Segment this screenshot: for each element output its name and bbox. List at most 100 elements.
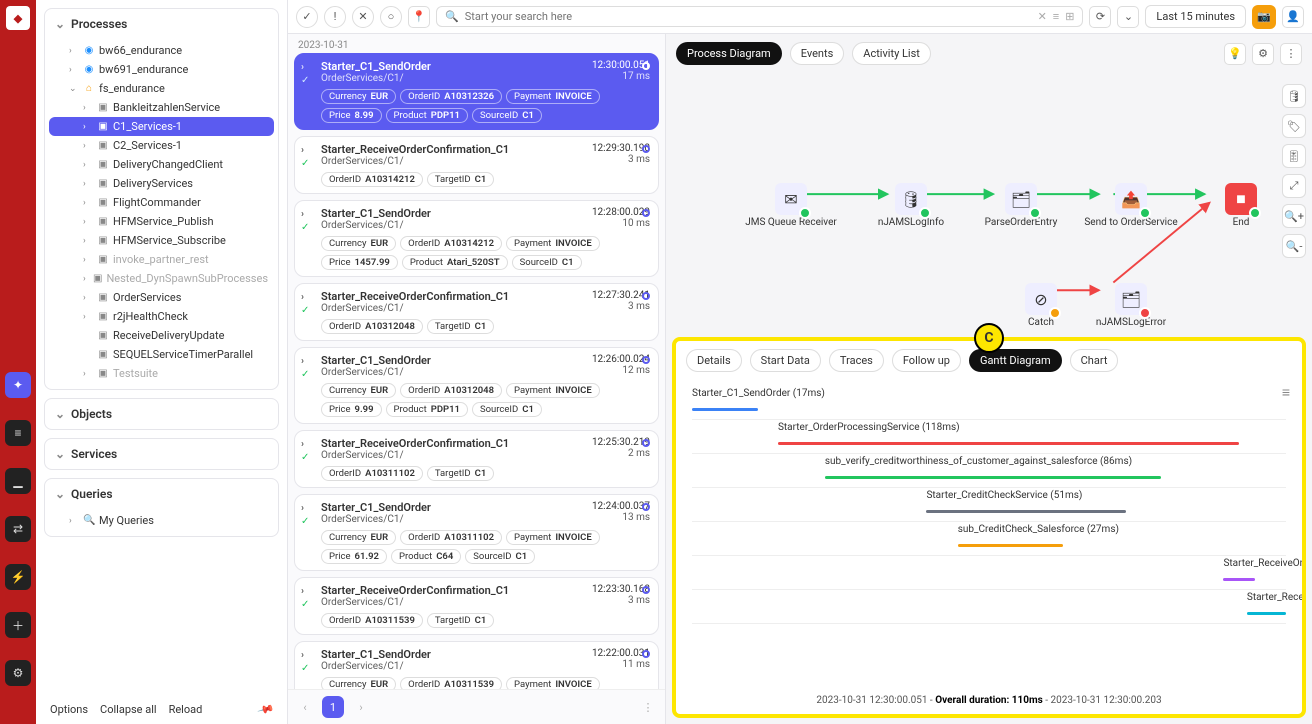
chip: SourceIDC1: [472, 108, 542, 123]
gear-icon[interactable]: ⚙: [1252, 43, 1274, 65]
tree-row[interactable]: ›▣OrderServices: [49, 288, 274, 307]
rail-add-button[interactable]: ✦: [5, 372, 31, 398]
tree-row[interactable]: ›▣DeliveryServices: [49, 174, 274, 193]
rail-plus-icon[interactable]: ＋: [5, 612, 31, 638]
event-card[interactable]: ›✓ Starter_ReceiveOrderConfirmation_C1Or…: [294, 283, 659, 341]
chip: OrderIDA10312326: [400, 89, 502, 104]
bottom-tab[interactable]: Start Data: [750, 349, 821, 372]
my-queries-row[interactable]: ›🔍 My Queries: [49, 511, 274, 530]
tree-row[interactable]: ▣ReceiveDeliveryUpdate: [49, 326, 274, 345]
grid-view-icon[interactable]: ⊞: [1065, 10, 1074, 23]
event-list-pane: 2023-10-31 ›✓ Starter_C1_SendOrderOrderS…: [288, 34, 666, 724]
diagram-node[interactable]: ■End: [1186, 183, 1296, 228]
event-card[interactable]: ›✓ Starter_ReceiveOrderConfirmation_C1Or…: [294, 577, 659, 635]
bottom-tab[interactable]: Details: [686, 349, 742, 372]
rail-list-icon[interactable]: ≡: [5, 420, 31, 446]
tree-row[interactable]: ▣SEQUELServiceTimerParallel: [49, 345, 274, 364]
rail-bolt-icon[interactable]: ⚡: [5, 564, 31, 590]
queries-header[interactable]: ⌄Queries: [45, 479, 278, 509]
pin-icon[interactable]: 📌: [257, 700, 275, 718]
chip: Price9.99: [321, 402, 382, 417]
diagram-node[interactable]: 🗂nJAMSLogError: [1076, 283, 1186, 328]
event-card[interactable]: ›✓ Starter_ReceiveOrderConfirmation_C1Or…: [294, 136, 659, 194]
app-logo[interactable]: ◆: [6, 6, 30, 30]
tree-row[interactable]: ›▣C2_Services-1: [49, 136, 274, 155]
bottom-tab[interactable]: Gantt Diagram: [969, 349, 1062, 372]
status-indicator: [642, 439, 650, 447]
tree-row[interactable]: ›▣HFMService_Publish: [49, 212, 274, 231]
diagram-node[interactable]: ✉JMS Queue Receiver: [736, 183, 846, 228]
reload-link[interactable]: Reload: [169, 703, 203, 716]
process-diagram[interactable]: ✉JMS Queue Receiver🛢nJAMSLogInfo🗂ParseOr…: [676, 73, 1272, 333]
warn-button[interactable]: !: [324, 6, 346, 28]
dropdown-button[interactable]: ⌄: [1117, 6, 1139, 28]
rail-swap-icon[interactable]: ⇄: [5, 516, 31, 542]
tree-row[interactable]: ›▣C1_Services-1: [49, 117, 274, 136]
tree-row[interactable]: ⌄⌂fs_endurance: [49, 79, 274, 98]
tree-row[interactable]: ›▣HFMService_Subscribe: [49, 231, 274, 250]
services-panel[interactable]: ⌄Services: [44, 438, 279, 470]
tab-activity-list[interactable]: Activity List: [852, 42, 931, 65]
tree-row[interactable]: ›▣DeliveryChangedClient: [49, 155, 274, 174]
tree-row[interactable]: ›▣BankleitzahlenService: [49, 98, 274, 117]
tab-process-diagram[interactable]: Process Diagram: [676, 42, 782, 65]
event-card[interactable]: ›✓ Starter_C1_SendOrderOrderServices/C1/…: [294, 494, 659, 571]
pager-prev[interactable]: ‹: [294, 696, 316, 718]
list-view-icon[interactable]: ≡: [1053, 10, 1059, 23]
bottom-tab[interactable]: Chart: [1070, 349, 1119, 372]
sidebar-footer: Options Collapse all Reload 📌: [44, 695, 279, 720]
pager-current[interactable]: 1: [322, 696, 344, 718]
more-icon[interactable]: ⋮: [1280, 43, 1302, 65]
camera-button[interactable]: 📷: [1252, 5, 1276, 29]
status-indicator: [642, 292, 650, 300]
options-link[interactable]: Options: [50, 703, 88, 716]
collapse-all-link[interactable]: Collapse all: [100, 703, 157, 716]
tree-row[interactable]: ›◉bw66_endurance: [49, 41, 274, 60]
chip: PaymentINVOICE: [506, 89, 600, 104]
tree-row[interactable]: ›▣Testsuite: [49, 364, 274, 383]
time-range-picker[interactable]: Last 15 minutes: [1145, 5, 1246, 28]
circle-button[interactable]: ○: [380, 6, 402, 28]
bottom-tab[interactable]: Traces: [829, 349, 884, 372]
diagram-node[interactable]: 🗂ParseOrderEntry: [966, 183, 1076, 228]
event-card[interactable]: ›✓ Starter_C1_SendOrderOrderServices/C1/…: [294, 641, 659, 689]
processes-header[interactable]: ⌄ Processes: [45, 9, 278, 39]
event-card[interactable]: ›✓ Starter_C1_SendOrderOrderServices/C1/…: [294, 347, 659, 424]
diagram-node[interactable]: 📤Send to OrderService: [1076, 183, 1186, 228]
tree-row[interactable]: ›▣invoke_partner_rest: [49, 250, 274, 269]
db-icon[interactable]: 🛢: [1282, 84, 1306, 108]
status-indicator: [642, 650, 650, 658]
zoom-out-icon[interactable]: 🔍-: [1282, 234, 1306, 258]
tree-row[interactable]: ›◉bw691_endurance: [49, 60, 274, 79]
tree-row[interactable]: ›▣FlightCommander: [49, 193, 274, 212]
chip: ProductPDP11: [386, 108, 468, 123]
gantt-chart[interactable]: ≡ Starter_C1_SendOrder (17ms) Starter_Or…: [676, 380, 1302, 687]
hint-icon[interactable]: 💡: [1224, 43, 1246, 65]
tree-row[interactable]: ›▣Nested_DynSpawnSubProcesses: [49, 269, 274, 288]
event-list[interactable]: ›✓ Starter_C1_SendOrderOrderServices/C1/…: [288, 53, 665, 689]
event-card[interactable]: ›✓ Starter_C1_SendOrderOrderServices/C1/…: [294, 200, 659, 277]
tune-icon[interactable]: 🎚: [1282, 144, 1306, 168]
rail-chart-icon[interactable]: ▁: [5, 468, 31, 494]
pager-next[interactable]: ›: [350, 696, 372, 718]
tree-row[interactable]: ›▣r2jHealthCheck: [49, 307, 274, 326]
search-input[interactable]: [465, 10, 1032, 23]
diagram-node[interactable]: 🛢nJAMSLogInfo: [856, 183, 966, 228]
bottom-tab[interactable]: Follow up: [892, 349, 961, 372]
queries-title: Queries: [71, 487, 113, 501]
tab-events[interactable]: Events: [790, 42, 845, 65]
tag-icon[interactable]: 🏷: [1282, 114, 1306, 138]
event-card[interactable]: ›✓ Starter_ReceiveOrderConfirmation_C1Or…: [294, 430, 659, 488]
pager-menu[interactable]: ⋮: [637, 696, 659, 718]
objects-panel[interactable]: ⌄Objects: [44, 398, 279, 430]
close-button[interactable]: ✕: [352, 6, 374, 28]
check-button[interactable]: ✓: [296, 6, 318, 28]
clear-search-icon[interactable]: ✕: [1038, 10, 1047, 23]
refresh-button[interactable]: ⟳: [1089, 6, 1111, 28]
rail-gear-icon[interactable]: ⚙: [5, 660, 31, 686]
processes-title: Processes: [71, 17, 127, 31]
user-button[interactable]: 👤: [1282, 6, 1304, 28]
pin-button[interactable]: 📍: [408, 6, 430, 28]
gantt-panel: C DetailsStart DataTracesFollow upGantt …: [672, 337, 1306, 718]
event-card[interactable]: ›✓ Starter_C1_SendOrderOrderServices/C1/…: [294, 53, 659, 130]
